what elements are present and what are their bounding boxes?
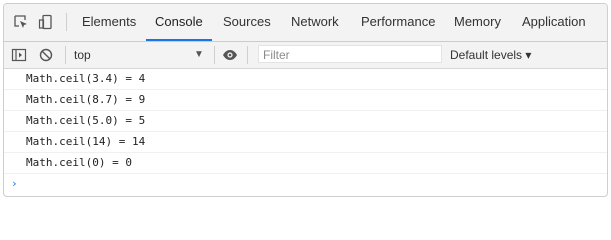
filter-field[interactable] — [258, 45, 442, 63]
tab-console[interactable]: Console — [155, 4, 203, 40]
console-prompt[interactable]: › — [4, 174, 607, 194]
show-sidebar-icon[interactable] — [11, 47, 27, 63]
devtools-tabbar: Elements Console Sources Network Perform… — [4, 4, 607, 42]
tabbar-separator — [66, 13, 67, 31]
console-log-line: Math.ceil(0) = 0 — [4, 153, 607, 174]
tab-performance[interactable]: Performance — [361, 4, 435, 40]
filter-input[interactable] — [259, 47, 441, 63]
inspect-element-icon[interactable] — [13, 14, 29, 30]
tab-network[interactable]: Network — [291, 4, 339, 40]
console-log-line: Math.ceil(5.0) = 5 — [4, 111, 607, 132]
tab-memory[interactable]: Memory — [454, 4, 501, 40]
device-toolbar-icon[interactable] — [38, 14, 54, 30]
console-toolbar: top ▼ Default levels ▾ — [4, 42, 607, 69]
toolbar-separator — [65, 46, 66, 64]
log-levels-dropdown[interactable]: Default levels ▾ — [450, 46, 531, 64]
toolbar-separator — [214, 46, 215, 64]
console-log-line: Math.ceil(8.7) = 9 — [4, 90, 607, 111]
tab-sources[interactable]: Sources — [223, 4, 271, 40]
devtools-window: Elements Console Sources Network Perform… — [3, 3, 608, 197]
console-log-line: Math.ceil(14) = 14 — [4, 132, 607, 153]
execution-context-selector[interactable]: top — [74, 46, 91, 64]
active-tab-indicator — [146, 39, 212, 41]
toolbar-separator — [247, 46, 248, 64]
prompt-chevron-icon: › — [11, 177, 18, 190]
console-log-line: Math.ceil(3.4) = 4 — [4, 69, 607, 90]
clear-console-icon[interactable] — [38, 47, 54, 63]
context-dropdown-arrow-icon[interactable]: ▼ — [194, 46, 204, 64]
tab-application[interactable]: Application — [522, 4, 586, 40]
live-expression-eye-icon[interactable] — [222, 47, 238, 63]
tab-elements[interactable]: Elements — [82, 4, 136, 40]
console-output: Math.ceil(3.4) = 4 Math.ceil(8.7) = 9 Ma… — [4, 69, 607, 194]
